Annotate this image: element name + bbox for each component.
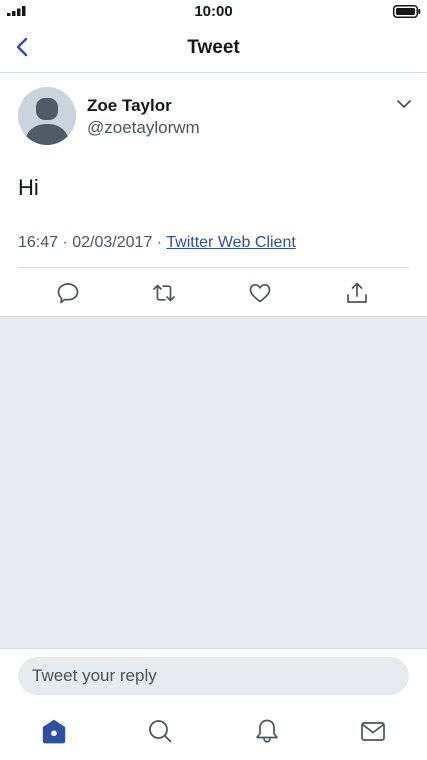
tweet-detail-screen: 10:00 Tweet Zoe Taylor @zoetaylorwm Hi 1… <box>0 0 427 760</box>
share-icon <box>347 282 367 303</box>
like-icon <box>249 283 271 303</box>
avatar[interactable] <box>18 87 76 145</box>
more-options-button[interactable] <box>395 95 413 113</box>
search-icon <box>149 720 172 743</box>
tweet-text: Hi <box>18 175 39 200</box>
tab-search[interactable] <box>145 716 175 746</box>
navigation-header: Tweet <box>0 24 427 73</box>
tab-home[interactable] <box>39 716 69 746</box>
tab-notifications[interactable] <box>252 716 282 746</box>
user-handle[interactable]: @zoetaylorwm <box>87 118 200 138</box>
home-icon <box>42 719 66 744</box>
replies-area <box>0 316 427 649</box>
notifications-icon <box>256 719 278 743</box>
tab-messages[interactable] <box>358 716 388 746</box>
tweet-timestamp: 16:47 · 02/03/2017 · <box>18 234 167 251</box>
tweet-meta: 16:47 · 02/03/2017 · Twitter Web Client <box>18 234 296 252</box>
status-bar: 10:00 <box>0 0 427 24</box>
reply-icon <box>57 283 79 304</box>
page-title: Tweet <box>187 37 240 58</box>
retweet-icon <box>153 284 175 302</box>
chevron-down-icon <box>397 100 411 108</box>
messages-icon <box>361 722 385 741</box>
retweet-button[interactable] <box>151 280 177 306</box>
reply-input[interactable] <box>18 657 409 695</box>
divider <box>18 267 409 268</box>
share-button[interactable] <box>344 280 370 306</box>
user-name[interactable]: Zoe Taylor <box>87 96 172 116</box>
tweet-source-link[interactable]: Twitter Web Client <box>166 234 296 251</box>
default-avatar-icon <box>18 87 76 145</box>
like-button[interactable] <box>247 280 273 306</box>
tweet-card: Zoe Taylor @zoetaylorwm Hi 16:47 · 02/03… <box>0 73 427 316</box>
reply-button[interactable] <box>55 280 81 306</box>
status-time: 10:00 <box>194 3 233 20</box>
battery-icon <box>393 5 421 18</box>
